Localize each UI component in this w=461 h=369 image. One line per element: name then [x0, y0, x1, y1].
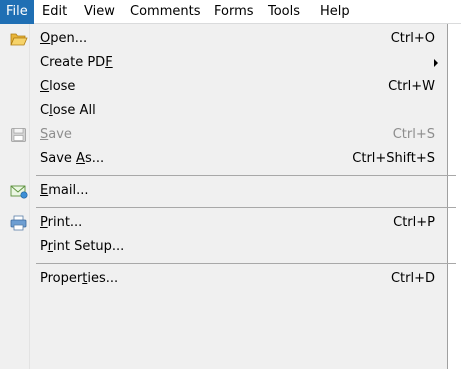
- menu-item-properties[interactable]: Properties... Ctrl+D: [0, 267, 447, 291]
- menu-view[interactable]: View: [78, 0, 121, 24]
- menu-item-label: Properties...: [40, 271, 119, 286]
- printer-icon: [10, 215, 28, 231]
- menu-item-open[interactable]: Open... Ctrl+O: [0, 27, 447, 51]
- menu-item-create-pdf[interactable]: Create PDF: [0, 51, 447, 75]
- menu-item-label: Save As...: [40, 151, 105, 166]
- shortcut-label: Ctrl+D: [390, 271, 435, 286]
- menu-item-label: Email...: [40, 183, 89, 198]
- menu-item-save[interactable]: Save Ctrl+S: [0, 123, 447, 147]
- menu-item-email[interactable]: Email...: [0, 179, 447, 203]
- menu-item-save-as[interactable]: Save As... Ctrl+Shift+S: [0, 147, 447, 171]
- menu-edit[interactable]: Edit: [36, 0, 73, 24]
- folder-open-icon: [10, 31, 28, 47]
- shortcut-label: Ctrl+O: [390, 31, 435, 46]
- submenu-arrow-icon: [434, 59, 438, 67]
- menu-item-label: Print Setup...: [40, 239, 125, 254]
- menu-tools[interactable]: Tools: [262, 0, 306, 24]
- menu-separator: [36, 207, 456, 208]
- file-menu-dropdown: Open... Ctrl+O Create PDF Close Ctrl+W C…: [0, 24, 456, 369]
- menu-item-label: Create PDF: [40, 55, 113, 70]
- menu-help[interactable]: Help: [314, 0, 356, 24]
- menu-item-label: Close: [40, 79, 76, 94]
- menu-separator: [36, 175, 456, 176]
- menu-item-label: Open...: [40, 31, 88, 46]
- email-icon: [10, 183, 28, 199]
- menu-forms[interactable]: Forms: [208, 0, 260, 24]
- menu-item-print-setup[interactable]: Print Setup...: [0, 235, 447, 259]
- menu-comments[interactable]: Comments: [124, 0, 206, 24]
- shortcut-label: Ctrl+W: [388, 79, 435, 94]
- shortcut-label: Ctrl+Shift+S: [352, 151, 435, 166]
- menu-item-label: Print...: [40, 215, 83, 230]
- menu-separator: [36, 263, 456, 264]
- menu-item-close-all[interactable]: Close All: [0, 99, 447, 123]
- shortcut-label: Ctrl+S: [392, 127, 435, 142]
- shortcut-label: Ctrl+P: [393, 215, 435, 230]
- save-icon: [10, 127, 28, 143]
- menu-item-label: Close All: [40, 103, 96, 118]
- menu-item-close[interactable]: Close Ctrl+W: [0, 75, 447, 99]
- menu-item-label: Save: [40, 127, 72, 142]
- menu-bar: File Edit View Comments Forms Tools Help: [0, 0, 461, 24]
- menu-file[interactable]: File: [0, 0, 34, 24]
- menu-item-print[interactable]: Print... Ctrl+P: [0, 211, 447, 235]
